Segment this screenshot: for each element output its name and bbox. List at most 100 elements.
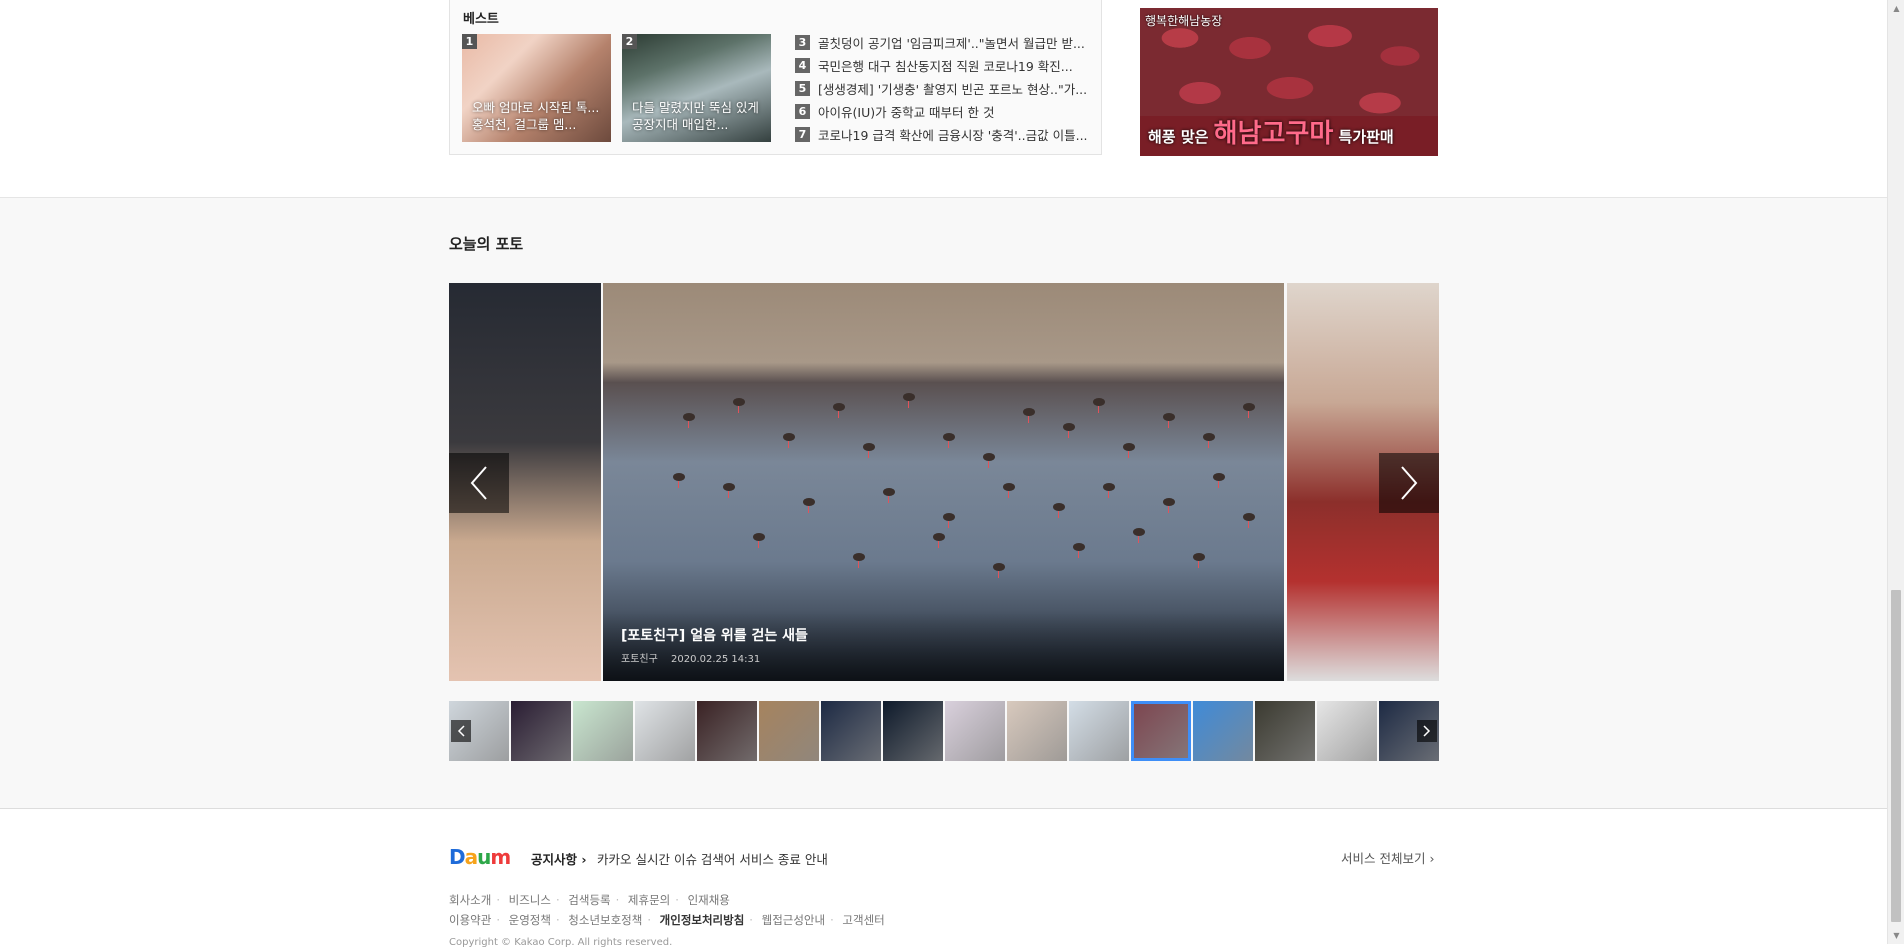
best-card-2[interactable]: 2 다들 말렸지만 뚝심 있게 공장지대 매입한... [622, 34, 771, 142]
photo-thumbnail[interactable] [759, 701, 819, 761]
bird-decoration [1133, 528, 1145, 543]
footer-link[interactable]: 고객센터 [842, 913, 884, 927]
bird-decoration [723, 483, 735, 498]
best-rank: 5 [795, 81, 810, 96]
notice-label-text: 공지사항 [531, 852, 578, 867]
ad-text: 해풍 맞은 해남고구마 특가판매 [1148, 113, 1394, 150]
logo-letter: a [464, 845, 478, 869]
bird-decoration [803, 498, 815, 513]
bird-decoration [1163, 413, 1175, 428]
photo-thumbnail[interactable] [697, 701, 757, 761]
best-headline[interactable]: 국민은행 대구 침산동지점 직원 코로나19 확진... [818, 56, 1073, 75]
bird-decoration [673, 473, 685, 488]
best-headline[interactable]: 아이유(IU)가 중학교 때부터 한 것 [818, 102, 994, 121]
footer-link[interactable]: 이용약관 [449, 913, 491, 927]
photo-thumbnail[interactable] [511, 701, 571, 761]
ad-text-big: 해남고구마 [1213, 119, 1334, 149]
best-list-item[interactable]: 3 골칫덩이 공기업 '임금피크제'.."놀면서 월급만 받... [795, 31, 1088, 54]
footer-link[interactable]: 회사소개 [449, 893, 491, 907]
best-list: 3 골칫덩이 공기업 '임금피크제'.."놀면서 월급만 받... 4 국민은행 대… [795, 31, 1088, 146]
bird-decoration [1093, 398, 1105, 413]
best-list-item[interactable]: 5 [생생경제] '기생충' 촬영지 빈곤 포르노 현상.."가... [795, 77, 1088, 100]
bird-decoration [883, 488, 895, 503]
notice-link[interactable]: 카카오 실시간 이슈 검색어 서비스 종료 안내 [597, 849, 828, 868]
bird-decoration [1053, 503, 1065, 518]
best-headline[interactable]: [생생경제] '기생충' 촬영지 빈곤 포르노 현상.."가... [818, 79, 1087, 98]
bird-decoration [1193, 553, 1205, 568]
bird-decoration [753, 533, 765, 548]
ad-text-suffix: 특가판매 [1338, 128, 1394, 146]
bird-decoration [983, 453, 995, 468]
best-area: 베스트 1 오빠 엄마로 시작된 톡...홍석천, 걸그룹 멤... 2 다들 … [0, 0, 1887, 198]
best-headline[interactable]: 코로나19 급격 확산에 금융시장 '충격'..금값 이틀... [818, 125, 1088, 144]
scroll-down-icon[interactable]: ▼ [1892, 931, 1901, 940]
thumbnail-strip [449, 701, 1439, 762]
bird-decoration [1073, 543, 1085, 558]
footer-link-privacy[interactable]: 개인정보처리방침 [660, 913, 745, 927]
photo-thumbnail[interactable] [573, 701, 633, 761]
bird-decoration [863, 443, 875, 458]
footer-link[interactable]: 운영정책 [509, 913, 551, 927]
copyright: Copyright © Kakao Corp. All rights reser… [449, 937, 673, 948]
thumb-next-button[interactable] [1417, 720, 1437, 742]
section-title: 오늘의 포토 [449, 235, 524, 253]
photo-thumbnail[interactable] [1317, 701, 1377, 761]
scroll-up-icon[interactable]: ▲ [1892, 4, 1901, 13]
photo-thumbnail[interactable] [1007, 701, 1067, 761]
photo-thumbnail[interactable] [1255, 701, 1315, 761]
best-headline[interactable]: 골칫덩이 공기업 '임금피크제'.."놀면서 월급만 받... [818, 33, 1085, 52]
notice-label[interactable]: 공지사항 › [531, 849, 587, 868]
photo-thumbnail[interactable] [1193, 701, 1253, 761]
daum-logo[interactable]: Daum [449, 845, 511, 869]
bird-decoration [1023, 408, 1035, 423]
photo-thumbnail[interactable] [883, 701, 943, 761]
bird-decoration [903, 393, 915, 408]
bird-decoration [1243, 403, 1255, 418]
main-slide-image[interactable]: [포토친구] 얼음 위를 걷는 새들 포토친구 2020.02.25 14:31 [603, 283, 1284, 681]
prev-slide-button[interactable] [449, 453, 509, 513]
best-list-item[interactable]: 4 국민은행 대구 침산동지점 직원 코로나19 확진... [795, 54, 1088, 77]
bird-decoration [1123, 443, 1135, 458]
photo-thumbnail[interactable] [635, 701, 695, 761]
footer-link[interactable]: 청소년보호정책 [568, 913, 642, 927]
bird-decoration [993, 563, 1005, 578]
best-card-caption: 다들 말렸지만 뚝심 있게 공장지대 매입한... [632, 100, 759, 132]
best-card-rank: 2 [622, 34, 637, 49]
footer-links-row1: 회사소개 · 비즈니스 · 검색등록 · 제휴문의 · 인재채용 [449, 893, 730, 907]
chevron-left-icon [457, 725, 465, 737]
slide-caption: [포토친구] 얼음 위를 걷는 새들 포토친구 2020.02.25 14:31 [603, 611, 1284, 681]
all-services-link[interactable]: 서비스 전체보기 › [1341, 848, 1434, 867]
page-scrollbar[interactable]: ▲ ▼ [1887, 0, 1904, 944]
slide-caption-title[interactable]: [포토친구] 얼음 위를 걷는 새들 [621, 625, 808, 645]
footer-link[interactable]: 웹접근성안내 [762, 913, 825, 927]
photo-thumbnail[interactable] [1131, 701, 1191, 761]
best-list-item[interactable]: 6 아이유(IU)가 중학교 때부터 한 것 [795, 100, 1088, 123]
photo-thumbnail[interactable] [821, 701, 881, 761]
footer-link[interactable]: 검색등록 [568, 893, 610, 907]
footer-links-row2: 이용약관 · 운영정책 · 청소년보호정책 · 개인정보처리방침 · 웹접근성안내 · 고… [449, 913, 885, 927]
best-list-item[interactable]: 7 코로나19 급격 확산에 금융시장 '충격'..금값 이틀... [795, 123, 1088, 146]
best-box: 베스트 1 오빠 엄마로 시작된 톡...홍석천, 걸그룹 멤... 2 다들 … [449, 0, 1102, 155]
bird-decoration [1203, 433, 1215, 448]
ad-label: 행복한해남농장 [1145, 14, 1223, 28]
bird-decoration [1163, 498, 1175, 513]
ad-banner[interactable]: 행복한해남농장 해풍 맞은 해남고구마 특가판매 [1140, 8, 1438, 156]
bird-decoration [943, 433, 955, 448]
best-card-1[interactable]: 1 오빠 엄마로 시작된 톡...홍석천, 걸그룹 멤... [462, 34, 611, 142]
today-photo-section: 오늘의 포토 [포토친구] 얼음 위를 걷는 새들 포토친구 2020.02.2… [0, 198, 1887, 809]
thumb-prev-button[interactable] [451, 720, 471, 742]
bird-decoration [783, 433, 795, 448]
photo-thumbnail[interactable] [1069, 701, 1129, 761]
best-title: 베스트 [463, 12, 499, 27]
best-rank: 3 [795, 35, 810, 50]
next-slide-button[interactable] [1379, 453, 1439, 513]
bird-decoration [833, 403, 845, 418]
photo-thumbnail[interactable] [945, 701, 1005, 761]
scroll-thumb[interactable] [1891, 590, 1901, 922]
slide-time: 2020.02.25 14:31 [671, 654, 761, 665]
footer-link[interactable]: 제휴문의 [628, 893, 670, 907]
footer: Daum 공지사항 › 카카오 실시간 이슈 검색어 서비스 종료 안내 서비스… [0, 809, 1887, 948]
bird-decoration [1243, 513, 1255, 528]
footer-link[interactable]: 비즈니스 [509, 893, 551, 907]
footer-link[interactable]: 인재채용 [688, 893, 730, 907]
